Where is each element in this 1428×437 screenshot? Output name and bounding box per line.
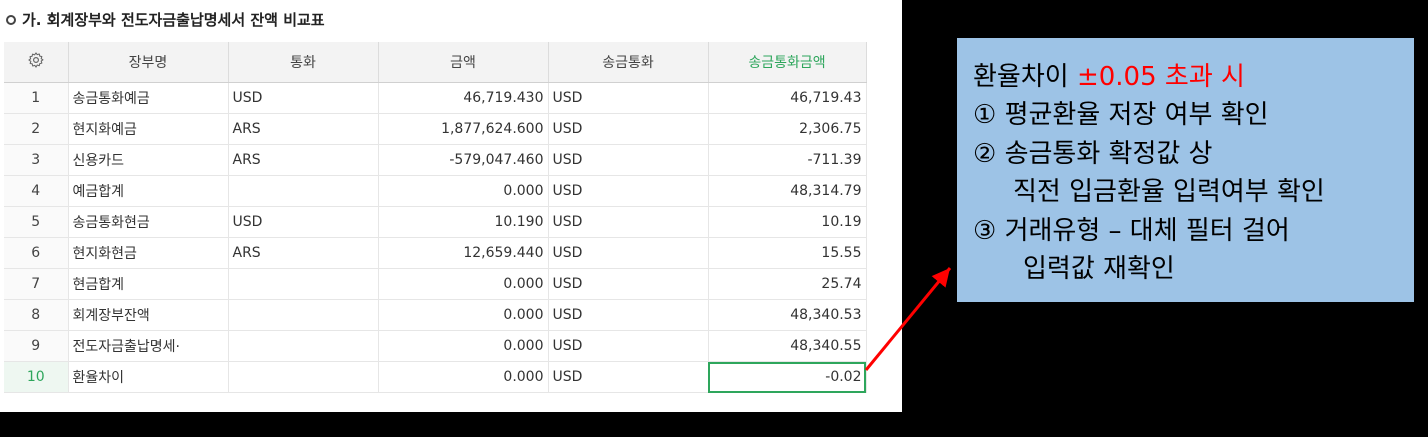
note-threshold-text: ±0.05 초과 시 xyxy=(1076,62,1245,92)
cell-name[interactable]: 예금합계 xyxy=(68,175,229,207)
cell-name[interactable]: 회계장부잔액 xyxy=(68,299,229,331)
cell-remit-currency[interactable]: USD xyxy=(548,144,709,176)
cell-remit-amount[interactable]: 2,306.75 xyxy=(708,113,867,145)
cell-amount[interactable]: 0.000 xyxy=(378,330,549,362)
cell-remit-amount[interactable]: 15.55 xyxy=(708,237,867,269)
cell-remit-currency[interactable]: USD xyxy=(548,175,709,207)
cell-currency[interactable] xyxy=(228,299,379,331)
table-row[interactable]: 6 현지화현금 ARS 12,659.440 USD 15.55 xyxy=(4,237,867,269)
cell-currency[interactable]: ARS xyxy=(228,113,379,145)
row-number: 2 xyxy=(4,113,69,145)
table-row[interactable]: 2 현지화예금 ARS 1,877,624.600 USD 2,306.75 xyxy=(4,113,867,145)
column-header-remit-amount[interactable]: 송금통화금액 xyxy=(708,42,867,83)
note-line-1-prefix: 환율차이 xyxy=(973,62,1077,92)
cell-remit-currency[interactable]: USD xyxy=(548,361,709,393)
cell-currency[interactable]: USD xyxy=(228,82,379,114)
row-number: 9 xyxy=(4,330,69,362)
cell-remit-currency[interactable]: USD xyxy=(548,268,709,300)
cell-currency[interactable]: ARS xyxy=(228,144,379,176)
cell-amount[interactable]: 46,719.430 xyxy=(378,82,549,114)
cell-amount[interactable]: 10.190 xyxy=(378,206,549,238)
row-number: 4 xyxy=(4,175,69,207)
note-line-5: ③ 거래유형 – 대체 필터 걸어 xyxy=(973,216,1290,246)
cell-currency[interactable] xyxy=(228,330,379,362)
note-line-1: 환율차이 ±0.05 초과 시 xyxy=(973,56,1245,93)
cell-remit-currency[interactable]: USD xyxy=(548,206,709,238)
panel-title: 가. 회계장부와 전도자금출납명세서 잔액 비교표 xyxy=(6,9,325,30)
row-number: 1 xyxy=(4,82,69,114)
cell-amount[interactable]: 1,877,624.600 xyxy=(378,113,549,145)
cell-name[interactable]: 전도자금출납명세· xyxy=(68,330,229,362)
cell-remit-amount[interactable]: 48,340.55 xyxy=(708,330,867,362)
row-number: 3 xyxy=(4,144,69,176)
cell-name[interactable]: 신용카드 xyxy=(68,144,229,176)
cell-remit-amount[interactable]: 10.19 xyxy=(708,206,867,238)
cell-remit-currency[interactable]: USD xyxy=(548,82,709,114)
cell-remit-currency[interactable]: USD xyxy=(548,330,709,362)
row-number: 6 xyxy=(4,237,69,269)
guidance-note-box: 환율차이 ±0.05 초과 시 ① 평균환율 저장 여부 확인 ② 송금통화 확… xyxy=(957,38,1414,302)
row-number: 10 xyxy=(4,361,69,393)
cell-amount[interactable]: -579,047.460 xyxy=(378,144,549,176)
cell-currency[interactable]: ARS xyxy=(228,237,379,269)
comparison-grid: 장부명 통화 금액 송금통화 송금통화금액 1 송금통화예금 USD 46,71… xyxy=(4,42,867,393)
row-number: 8 xyxy=(4,299,69,331)
row-number: 7 xyxy=(4,268,69,300)
cell-name[interactable]: 송금통화예금 xyxy=(68,82,229,114)
note-line-3: ② 송금통화 확정값 상 xyxy=(973,139,1213,169)
cell-amount[interactable]: 0.000 xyxy=(378,175,549,207)
gear-icon xyxy=(28,52,44,68)
column-header-amount[interactable]: 금액 xyxy=(378,42,549,83)
note-line-6: 입력값 재확인 xyxy=(1023,254,1175,284)
cell-name[interactable]: 송금통화현금 xyxy=(68,206,229,238)
cell-remit-currency[interactable]: USD xyxy=(548,237,709,269)
cell-amount[interactable]: 0.000 xyxy=(378,268,549,300)
note-line-4: 직전 입금환율 입력여부 확인 xyxy=(1013,177,1325,207)
balance-comparison-panel: 가. 회계장부와 전도자금출납명세서 잔액 비교표 장부명 통화 금액 송금통화… xyxy=(0,0,902,412)
cell-remit-currency[interactable]: USD xyxy=(548,113,709,145)
table-row[interactable]: 1 송금통화예금 USD 46,719.430 USD 46,719.43 xyxy=(4,82,867,114)
table-row[interactable]: 8 회계장부잔액 0.000 USD 48,340.53 xyxy=(4,299,867,331)
cell-amount[interactable]: 0.000 xyxy=(378,299,549,331)
cell-currency[interactable]: USD xyxy=(228,206,379,238)
table-row[interactable]: 7 현금합계 0.000 USD 25.74 xyxy=(4,268,867,300)
cell-name[interactable]: 환율차이 xyxy=(68,361,229,393)
table-row-selected[interactable]: 10 환율차이 0.000 USD -0.02 xyxy=(4,361,867,393)
column-header-remit-currency[interactable]: 송금통화 xyxy=(548,42,709,83)
cell-remit-amount-selected[interactable]: -0.02 xyxy=(708,361,867,393)
cell-remit-amount[interactable]: 25.74 xyxy=(708,268,867,300)
cell-remit-amount[interactable]: 48,314.79 xyxy=(708,175,867,207)
note-line-2: ① 평균환율 저장 여부 확인 xyxy=(973,100,1269,130)
cell-currency[interactable] xyxy=(228,361,379,393)
cell-remit-currency[interactable]: USD xyxy=(548,299,709,331)
table-row[interactable]: 9 전도자금출납명세· 0.000 USD 48,340.55 xyxy=(4,330,867,362)
column-header-name[interactable]: 장부명 xyxy=(68,42,229,83)
cell-remit-amount[interactable]: 46,719.43 xyxy=(708,82,867,114)
table-row[interactable]: 3 신용카드 ARS -579,047.460 USD -711.39 xyxy=(4,144,867,176)
cell-remit-amount[interactable]: 48,340.53 xyxy=(708,299,867,331)
cell-amount[interactable]: 0.000 xyxy=(378,361,549,393)
panel-title-text: 가. 회계장부와 전도자금출납명세서 잔액 비교표 xyxy=(22,11,325,29)
grid-settings-button[interactable] xyxy=(4,42,69,83)
table-row[interactable]: 4 예금합계 0.000 USD 48,314.79 xyxy=(4,175,867,207)
row-number: 5 xyxy=(4,206,69,238)
cell-name[interactable]: 현지화현금 xyxy=(68,237,229,269)
cell-currency[interactable] xyxy=(228,268,379,300)
column-header-currency[interactable]: 통화 xyxy=(228,42,379,83)
cell-amount[interactable]: 12,659.440 xyxy=(378,237,549,269)
bullet-circle-icon xyxy=(6,14,16,25)
cell-currency[interactable] xyxy=(228,175,379,207)
cell-name[interactable]: 현금합계 xyxy=(68,268,229,300)
table-row[interactable]: 5 송금통화현금 USD 10.190 USD 10.19 xyxy=(4,206,867,238)
cell-remit-amount[interactable]: -711.39 xyxy=(708,144,867,176)
cell-name[interactable]: 현지화예금 xyxy=(68,113,229,145)
grid-header-row: 장부명 통화 금액 송금통화 송금통화금액 xyxy=(4,42,867,83)
